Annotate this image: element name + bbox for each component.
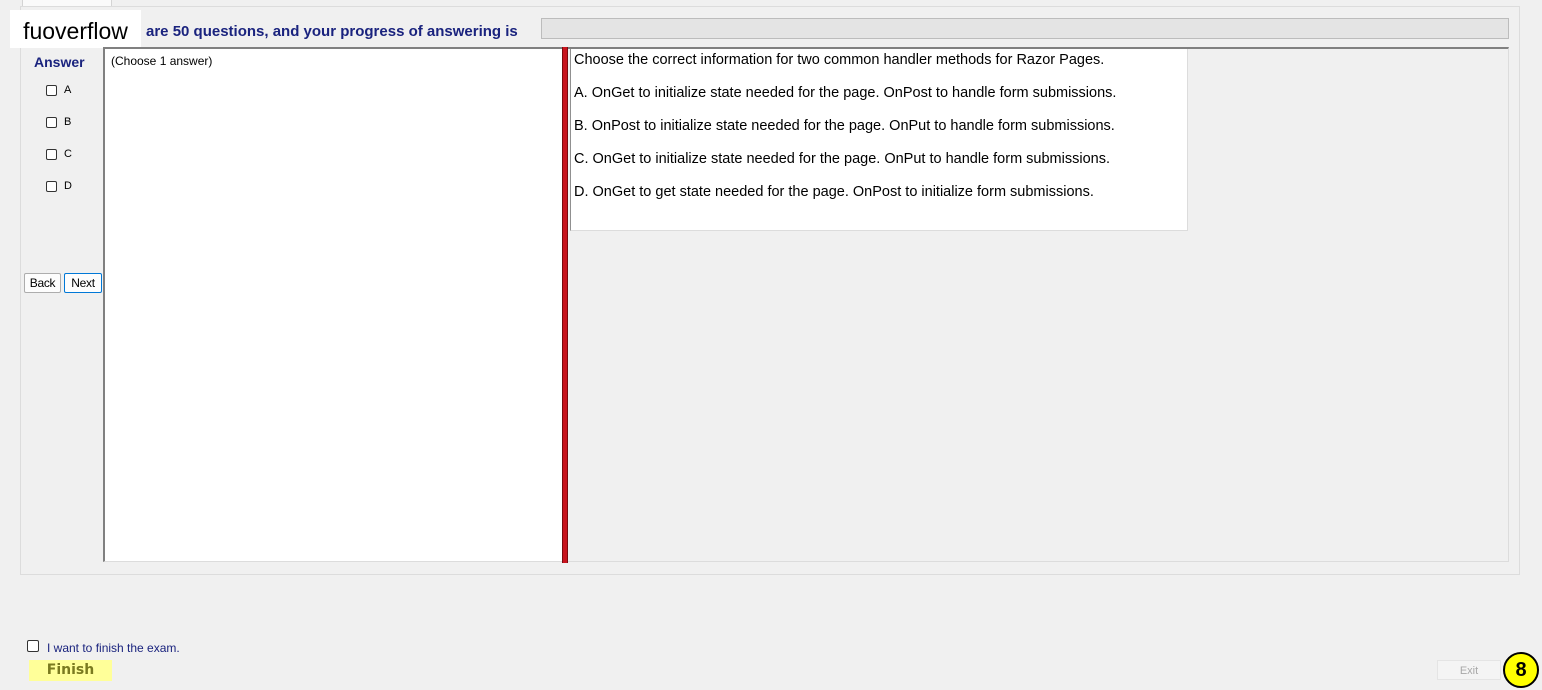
option-c-checkbox[interactable] bbox=[46, 148, 57, 160]
question-box bbox=[570, 49, 1188, 231]
option-b-checkbox[interactable] bbox=[46, 116, 57, 128]
option-c-label: C bbox=[64, 148, 72, 160]
finish-exam-checkbox[interactable] bbox=[27, 640, 39, 652]
option-d[interactable]: D bbox=[46, 178, 72, 194]
question-choice-d: D. OnGet to get state needed for the pag… bbox=[574, 184, 1094, 200]
back-button[interactable]: Back bbox=[24, 273, 61, 293]
question-choice-b: B. OnPost to initialize state needed for… bbox=[574, 118, 1115, 134]
pane-splitter[interactable] bbox=[562, 47, 568, 563]
finish-exam-label: I want to finish the exam. bbox=[47, 641, 180, 655]
option-a-checkbox[interactable] bbox=[46, 84, 57, 96]
option-c[interactable]: C bbox=[46, 146, 72, 162]
question-choice-c: C. OnGet to initialize state needed for … bbox=[574, 151, 1110, 167]
option-d-checkbox[interactable] bbox=[46, 180, 57, 192]
option-a-label: A bbox=[64, 84, 72, 96]
answer-pane bbox=[105, 49, 562, 561]
option-b[interactable]: B bbox=[46, 114, 71, 130]
option-b-label: B bbox=[64, 116, 72, 128]
question-stem: Choose the correct information for two c… bbox=[574, 52, 1105, 68]
question-choice-a: A. OnGet to initialize state needed for … bbox=[574, 85, 1117, 101]
exit-button[interactable]: Exit bbox=[1437, 660, 1501, 680]
progress-text: are 50 questions, and your progress of a… bbox=[146, 23, 518, 40]
answer-heading: Answer bbox=[34, 54, 85, 70]
progress-bar bbox=[541, 18, 1509, 39]
option-d-label: D bbox=[64, 180, 72, 192]
finish-button[interactable]: Finish bbox=[29, 660, 112, 681]
next-button[interactable]: Next bbox=[64, 273, 102, 293]
logo: fuoverflow bbox=[10, 10, 141, 48]
option-a[interactable]: A bbox=[46, 82, 71, 98]
finish-exam-row[interactable]: I want to finish the exam. bbox=[27, 639, 180, 655]
question-number-badge: 8 bbox=[1503, 652, 1539, 688]
answer-instruction: (Choose 1 answer) bbox=[111, 54, 213, 68]
